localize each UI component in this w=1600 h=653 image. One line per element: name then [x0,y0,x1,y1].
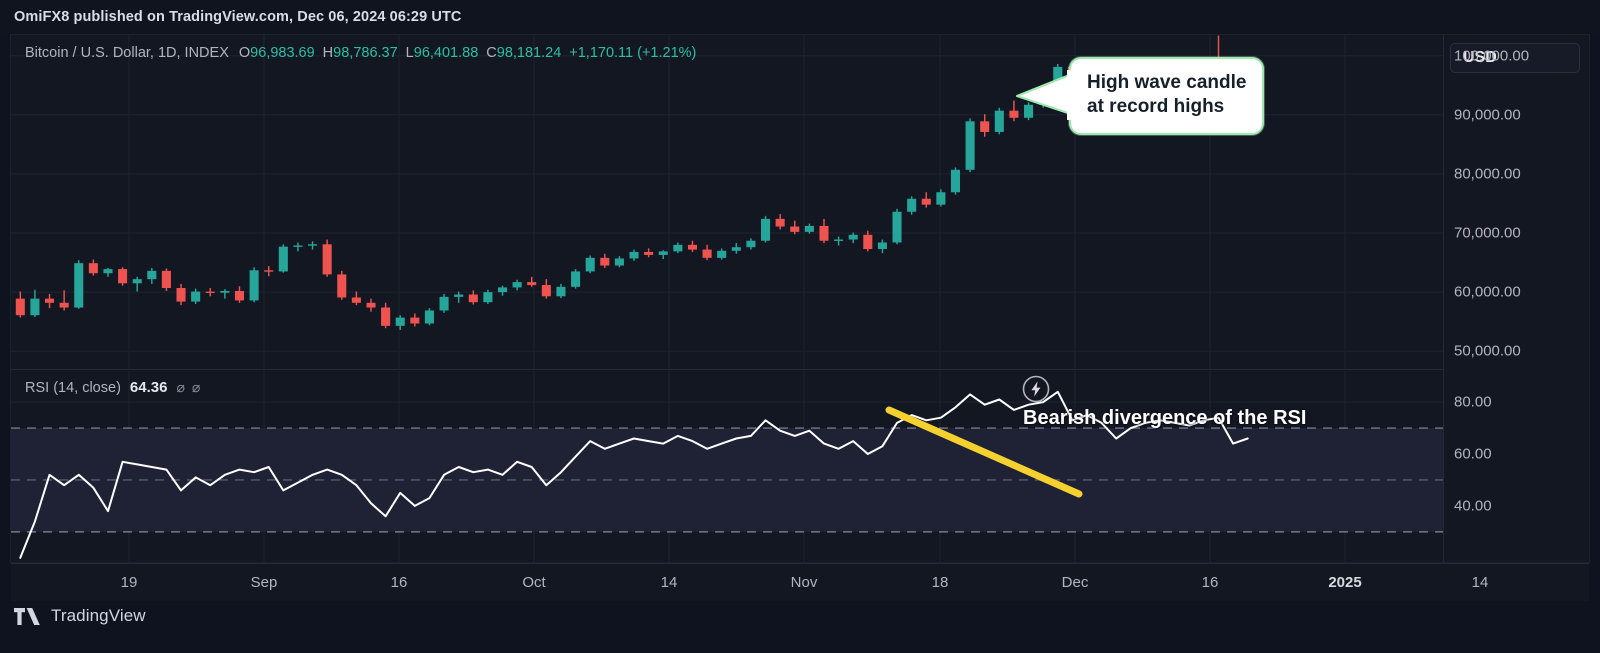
price-tick: 90,000.00 [1454,106,1521,124]
rsi-pane[interactable] [11,371,1443,563]
callout-line-1: High wave candle [1087,72,1247,93]
time-tick: 19 [120,574,138,591]
publish-text: OmiFX8 published on TradingView.com, Dec… [14,9,462,25]
time-tick: 14 [660,574,678,591]
price-tick: 50,000.00 [1454,342,1521,360]
time-tick: 14 [1471,574,1489,591]
time-tick: Dec [1061,574,1089,591]
time-axis[interactable]: 19 Sep 16 Oct 14 Nov 18 Dec 16 2025 14 [11,563,1589,601]
footer: TradingView [14,606,146,626]
rsi-axis[interactable]: 80.00 60.00 40.00 [1444,371,1590,562]
rsi-tick: 40.00 [1454,497,1492,515]
time-tick: Nov [790,574,818,591]
tradingview-chart-screenshot: OmiFX8 published on TradingView.com, Dec… [0,0,1600,653]
divergence-label: Bearish divergence of the RSI [1023,407,1307,429]
time-tick: 16 [390,574,408,591]
rsi-tick: 60.00 [1454,445,1492,463]
time-tick: 2025 [1328,574,1362,591]
rsi-tick: 80.00 [1454,393,1492,411]
price-tick: 100,000.00 [1454,47,1530,65]
chart-frame: Bitcoin / U.S. Dollar, 1D, INDEX O96,983… [10,34,1590,601]
price-tick: 70,000.00 [1454,224,1521,242]
callout-line-2: at record highs [1087,96,1225,118]
brand-name: TradingView [51,606,146,625]
publish-bar: OmiFX8 published on TradingView.com, Dec… [0,0,1600,34]
time-tick: Sep [250,574,278,591]
price-axis[interactable]: USD 100,000.00 90,000.00 80,000.00 70,000.0… [1444,35,1590,369]
time-tick: 18 [931,574,949,591]
tradingview-logo-icon [14,607,40,625]
rsi-line-series [19,390,1249,559]
price-tick: 60,000.00 [1454,283,1521,301]
time-tick: 16 [1201,574,1219,591]
time-tick: Oct [522,574,546,591]
pane-divider [11,369,1443,370]
price-tick: 80,000.00 [1454,165,1521,183]
lightning-bolt-icon[interactable] [1021,374,1051,404]
high-wave-callout: High wave candle at record highs [1069,57,1265,135]
